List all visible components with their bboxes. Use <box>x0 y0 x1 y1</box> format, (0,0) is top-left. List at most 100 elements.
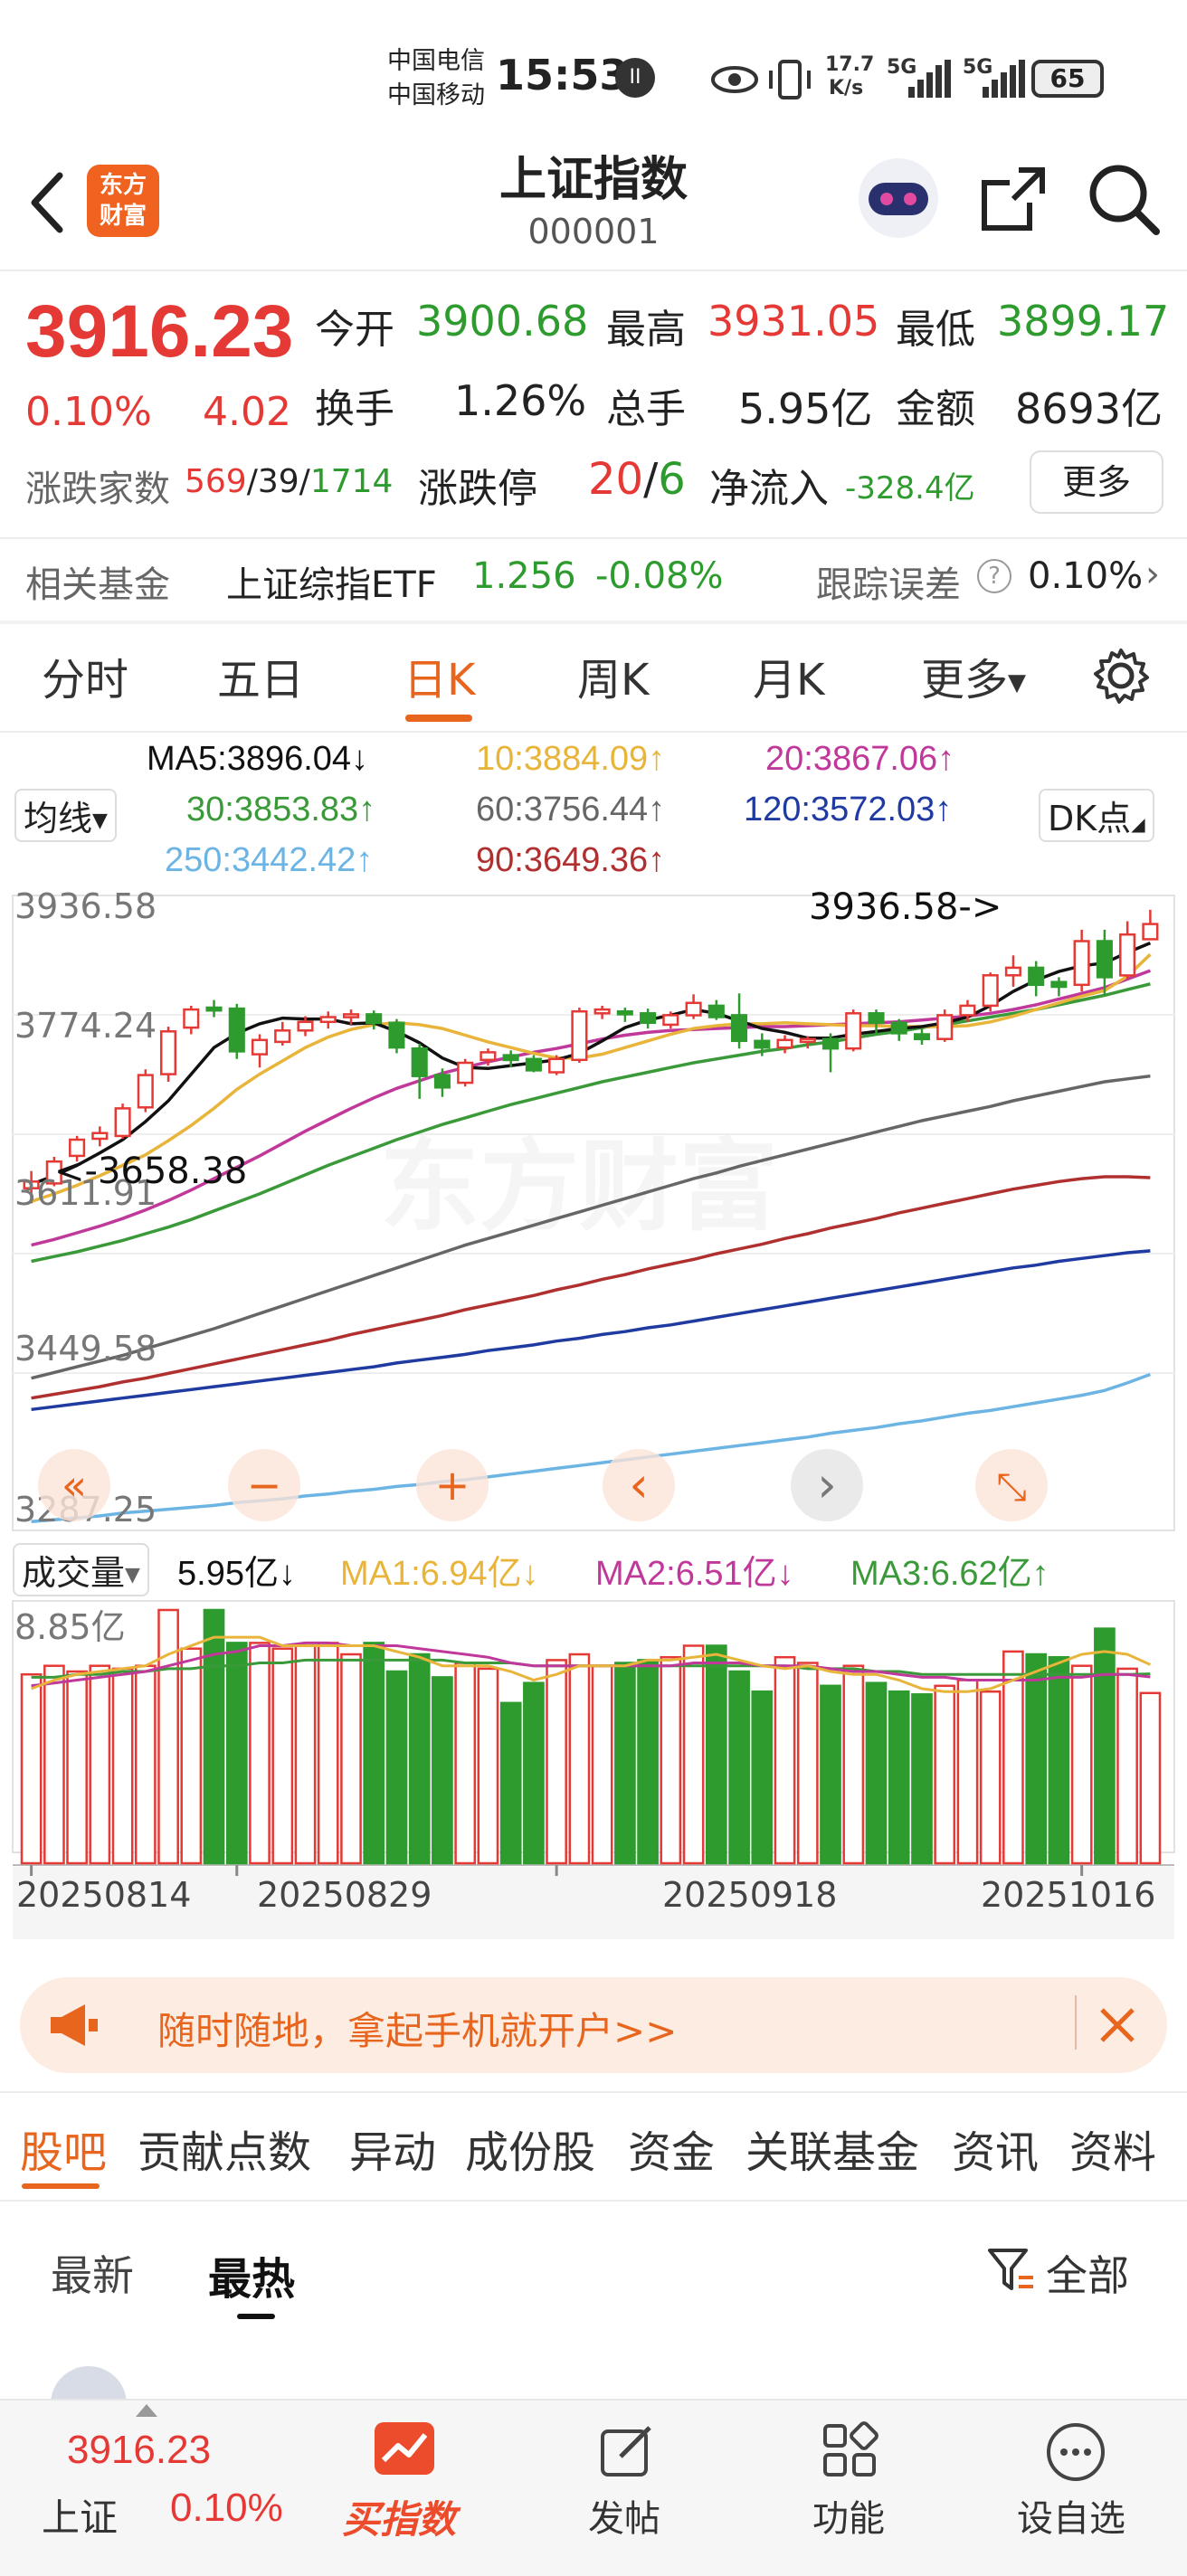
divider <box>0 270 1187 271</box>
tab-capital[interactable]: 资金 <box>628 2117 715 2180</box>
tab-news[interactable]: 资讯 <box>952 2117 1039 2180</box>
amount-label: 金额 <box>896 386 975 432</box>
tab-constituents[interactable]: 成份股 <box>465 2117 595 2180</box>
volume-bar-up <box>842 1664 865 1865</box>
tab-monthly-k[interactable]: 月K <box>753 644 824 707</box>
volume-bar-down <box>203 1608 225 1865</box>
operator-1: 中国电信 <box>387 47 485 75</box>
divider <box>0 2091 1187 2093</box>
tab-intraday[interactable]: 分时 <box>42 644 128 707</box>
candle-down <box>525 1057 542 1072</box>
search-icon[interactable] <box>1086 161 1162 237</box>
banner-text: 随时随地，拿起手机就开户>> <box>157 2009 678 2053</box>
candle-up <box>1073 940 1090 987</box>
candle-up <box>297 1020 314 1032</box>
candle-up <box>457 1061 474 1084</box>
expand-icon: ⤡ <box>996 1464 1027 1509</box>
battery-icon: 65 <box>1031 60 1104 98</box>
chevron-right-icon: › <box>1145 554 1160 595</box>
divider <box>0 2200 1187 2202</box>
dk-points-button[interactable]: DK点◢ <box>1039 789 1154 842</box>
breadth-label: 涨跌家数 <box>25 469 170 510</box>
volume-selector[interactable]: 成交量▼ <box>13 1543 149 1596</box>
netflow-label: 净流入 <box>709 466 829 512</box>
post-label[interactable]: 发帖 <box>588 2489 660 2542</box>
ma250-label: 250:3442.42↑ <box>165 841 374 879</box>
candle-up <box>685 1001 702 1017</box>
volume-max-label: 8.85亿 <box>14 1607 126 1647</box>
volume-bar-down <box>432 1676 453 1865</box>
volume-bar-up <box>774 1655 796 1865</box>
volume-bar-up <box>180 1647 203 1865</box>
grid-icon[interactable] <box>820 2420 879 2480</box>
volume-bar-up <box>956 1679 979 1865</box>
candle-down <box>640 1012 657 1025</box>
share-icon[interactable] <box>977 163 1049 235</box>
tab-profile[interactable]: 资料 <box>1069 2117 1156 2180</box>
filter-label[interactable]: 全部 <box>1046 2243 1129 2303</box>
robot-assistant-icon[interactable] <box>856 156 941 241</box>
tab-contribution[interactable]: 贡献点数 <box>138 2117 311 2180</box>
candle-up <box>1004 966 1021 977</box>
open-label: 今开 <box>315 307 394 353</box>
date-label: 20251016 <box>981 1875 1155 1915</box>
ma-selector[interactable]: 均线▼ <box>14 789 117 842</box>
compose-icon[interactable] <box>597 2420 657 2480</box>
caret-down-icon: ▼ <box>1008 669 1027 696</box>
limit-values: 20/6 <box>588 454 686 505</box>
candle-up <box>183 1008 200 1029</box>
signal-1-icon <box>908 60 951 98</box>
volume-bar-up <box>1070 1664 1093 1865</box>
breadth-values: 569/39/1714 <box>185 463 394 500</box>
volume-value: 5.95亿↓ <box>177 1555 296 1593</box>
help-icon[interactable]: ? <box>977 559 1011 593</box>
ma30-label: 30:3853.83↑ <box>186 791 376 829</box>
date-label: 20250918 <box>662 1875 837 1915</box>
active-tab-indicator <box>405 715 472 722</box>
bottom-change: 0.10% <box>170 2486 283 2530</box>
volume-bar-up <box>89 1664 111 1865</box>
tab-movements[interactable]: 异动 <box>349 2117 436 2180</box>
net-speed-unit: K/s <box>829 77 864 99</box>
buy-index-icon[interactable] <box>371 2419 438 2478</box>
volume-bar-down <box>728 1670 750 1865</box>
volume-bar-up <box>66 1670 88 1865</box>
candle-down <box>502 1054 519 1062</box>
tab-guba[interactable]: 股吧 <box>20 2117 107 2180</box>
sort-latest[interactable]: 最新 <box>51 2243 134 2303</box>
watchlist-label[interactable]: 设自选 <box>1017 2489 1125 2542</box>
gear-icon[interactable] <box>1091 646 1151 706</box>
tab-more[interactable]: 更多▼ <box>921 644 1026 707</box>
volume-bar-down <box>911 1693 933 1865</box>
tab-five-day[interactable]: 五日 <box>217 644 304 707</box>
candle-down <box>1028 966 1045 987</box>
clock: 15:53 <box>496 51 629 99</box>
candle-down <box>913 1033 931 1041</box>
open-account-banner[interactable]: 随时随地，拿起手机就开户>> <box>20 1977 1167 2073</box>
close-icon[interactable] <box>1097 2004 1138 2046</box>
tab-weekly-k[interactable]: 周K <box>577 644 649 707</box>
amount-value: 8693亿 <box>1015 384 1163 433</box>
low-value: 3899.17 <box>997 297 1170 346</box>
y-tick-label: 3774.24 <box>14 1006 157 1046</box>
volume-bar-up <box>1116 1667 1138 1865</box>
more-button[interactable]: 更多 <box>1030 450 1163 514</box>
vibrate-icon <box>769 60 811 99</box>
volume-bar-up <box>568 1653 591 1865</box>
candle-down <box>228 1007 245 1053</box>
kline-chart[interactable]: 东方财富 3936.58 3774.24 3611.91 3449.58 328… <box>0 886 1187 1954</box>
volume-bar-down <box>363 1642 385 1865</box>
buy-index-label[interactable]: 买指数 <box>342 2489 456 2544</box>
change-percent: 0.10% <box>25 389 152 435</box>
more-dots-icon[interactable] <box>1044 2420 1107 2484</box>
candle-up <box>1119 933 1136 977</box>
volume-bar-up <box>546 1659 567 1865</box>
filter-icon[interactable] <box>986 2245 1037 2296</box>
banner-divider <box>1075 1995 1077 2050</box>
sort-hot[interactable]: 最热 <box>208 2243 295 2306</box>
tab-related-funds[interactable]: 关联基金 <box>745 2117 919 2180</box>
features-label[interactable]: 功能 <box>812 2489 885 2542</box>
turnover-label: 换手 <box>315 386 394 432</box>
fund-price: 1.256 <box>472 555 576 597</box>
tab-daily-k[interactable]: 日K <box>404 644 475 707</box>
